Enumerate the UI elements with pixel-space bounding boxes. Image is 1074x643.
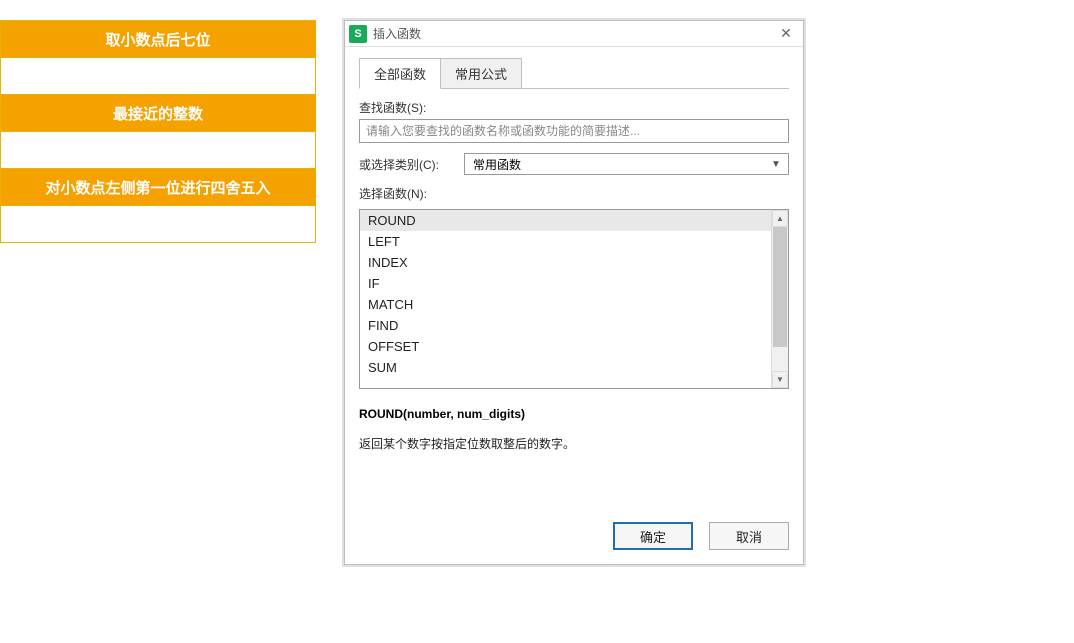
category-row: 或选择类别(C): 常用函数 ▼ <box>359 153 789 175</box>
list-item-label: INDEX <box>368 255 408 270</box>
left-cell-text: 取小数点后七位 <box>105 29 210 50</box>
select-function-label: 选择函数(N): <box>359 185 789 202</box>
close-icon[interactable]: ✕ <box>775 23 797 45</box>
function-item-round[interactable]: ROUND <box>360 210 771 231</box>
left-cell-text: 对小数点左侧第一位进行四舍五入 <box>45 177 270 198</box>
function-item-index[interactable]: INDEX <box>360 252 771 273</box>
left-cell-text: 最接近的整数 <box>113 103 203 124</box>
tab-all-functions[interactable]: 全部函数 <box>359 58 441 89</box>
ok-button[interactable]: 确定 <box>613 522 693 550</box>
tab-common-formulas[interactable]: 常用公式 <box>441 58 522 89</box>
search-label: 查找函数(S): <box>359 99 789 116</box>
button-label: 取消 <box>736 527 762 546</box>
scroll-down-icon[interactable]: ▼ <box>772 371 788 388</box>
insert-function-dialog: S 插入函数 ✕ 全部函数 常用公式 查找函数(S): 或选择类别(C): 常用… <box>344 20 804 565</box>
category-combo[interactable]: 常用函数 ▼ <box>464 153 789 175</box>
dialog-tabs: 全部函数 常用公式 <box>359 57 789 89</box>
list-item-label: FIND <box>368 318 398 333</box>
scrollbar[interactable]: ▲ ▼ <box>771 210 788 388</box>
dialog-buttons: 确定 取消 <box>359 512 789 550</box>
function-item-match[interactable]: MATCH <box>360 294 771 315</box>
left-cell-header-3: 对小数点左侧第一位进行四舍五入 <box>0 168 316 206</box>
list-item-label: MATCH <box>368 297 413 312</box>
function-description-text: 返回某个数字按指定位数取整后的数字。 <box>359 435 789 452</box>
list-item-label: OFFSET <box>368 339 419 354</box>
tab-label: 全部函数 <box>374 67 426 82</box>
left-cell-value-2[interactable] <box>0 131 316 169</box>
function-item-left[interactable]: LEFT <box>360 231 771 252</box>
dialog-title: 插入函数 <box>373 25 775 42</box>
function-listbox: ROUND LEFT INDEX IF MATCH FIND OFFSET SU… <box>359 209 789 389</box>
left-cell-value-3[interactable] <box>0 205 316 243</box>
function-list: ROUND LEFT INDEX IF MATCH FIND OFFSET SU… <box>360 210 771 388</box>
tab-label: 常用公式 <box>455 67 507 82</box>
app-icon: S <box>349 25 367 43</box>
left-cell-header-1: 取小数点后七位 <box>0 20 316 58</box>
button-label: 确定 <box>640 527 666 546</box>
scroll-track[interactable] <box>772 227 788 371</box>
list-item-label: SUM <box>368 360 397 375</box>
cancel-button[interactable]: 取消 <box>709 522 789 550</box>
list-item-label: LEFT <box>368 234 400 249</box>
function-signature: ROUND(number, num_digits) <box>359 407 789 421</box>
chevron-down-icon: ▼ <box>768 159 784 170</box>
scroll-thumb[interactable] <box>773 227 787 347</box>
left-cell-value-1[interactable] <box>0 57 316 95</box>
dialog-body: 全部函数 常用公式 查找函数(S): 或选择类别(C): 常用函数 ▼ 选择函数… <box>345 47 803 564</box>
function-description: ROUND(number, num_digits) 返回某个数字按指定位数取整后… <box>359 407 789 452</box>
list-item-label: IF <box>368 276 380 291</box>
function-item-offset[interactable]: OFFSET <box>360 336 771 357</box>
left-cell-header-2: 最接近的整数 <box>0 94 316 132</box>
list-item-label: ROUND <box>368 213 416 228</box>
search-input[interactable] <box>359 119 789 143</box>
scroll-up-icon[interactable]: ▲ <box>772 210 788 227</box>
category-label: 或选择类别(C): <box>359 156 454 173</box>
titlebar: S 插入函数 ✕ <box>345 21 803 47</box>
category-value: 常用函数 <box>473 156 521 173</box>
left-table: 取小数点后七位 最接近的整数 对小数点左侧第一位进行四舍五入 <box>0 20 316 243</box>
function-item-if[interactable]: IF <box>360 273 771 294</box>
function-item-find[interactable]: FIND <box>360 315 771 336</box>
function-item-sum[interactable]: SUM <box>360 357 771 378</box>
